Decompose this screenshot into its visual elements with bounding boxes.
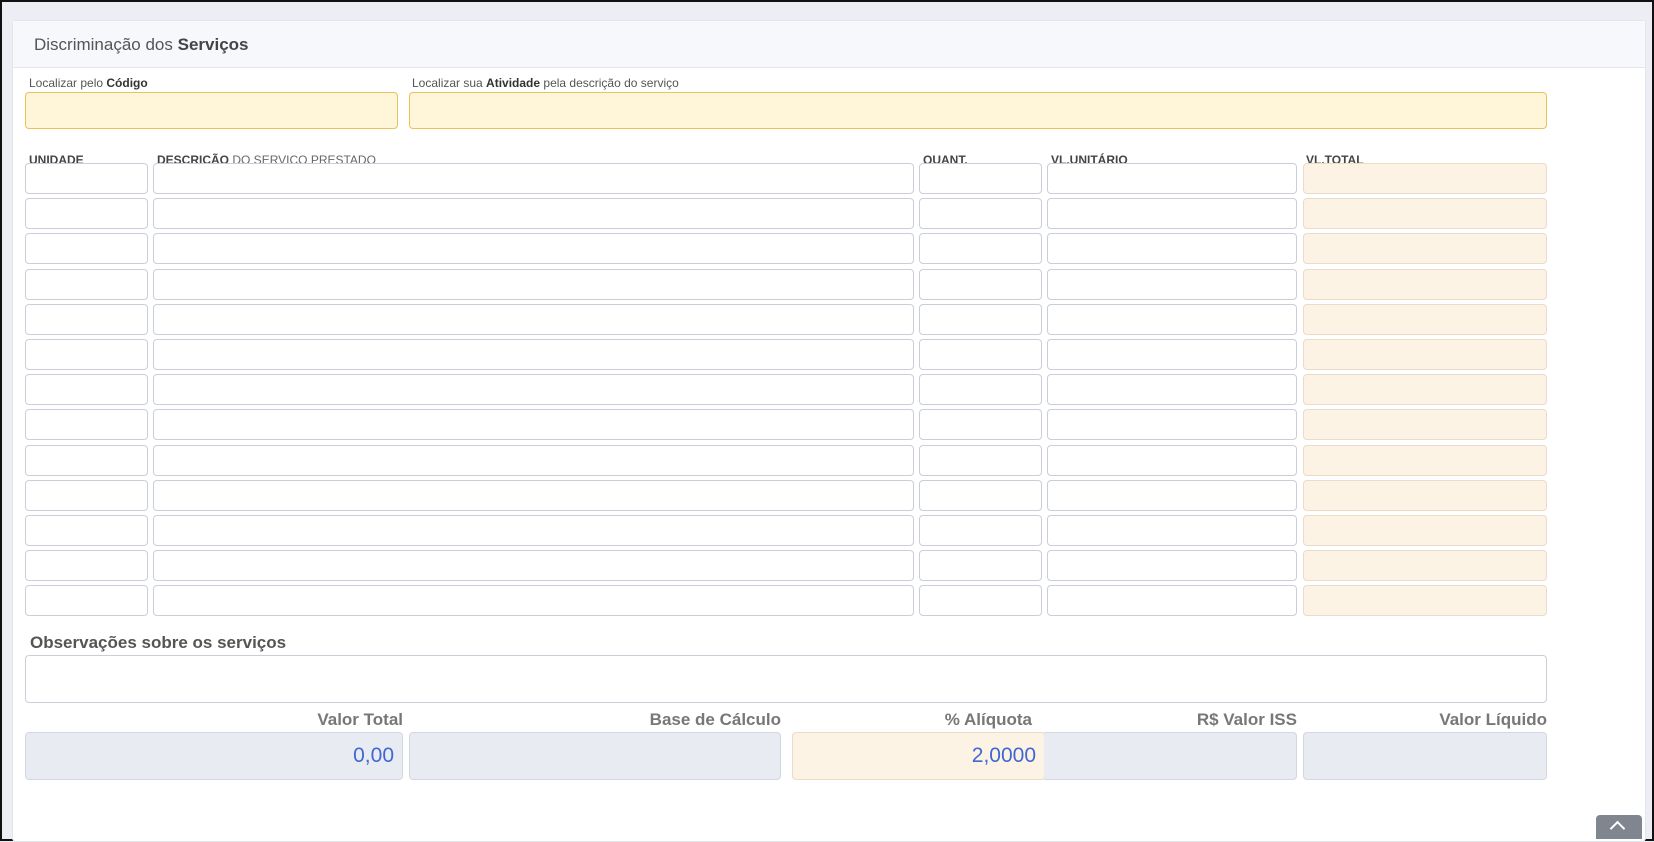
row-10-unidade-input[interactable]: [25, 479, 148, 511]
row-4-unidade-input[interactable]: [25, 268, 148, 300]
valor-iss-label: R$ Valor ISS: [1196, 710, 1297, 729]
row-4-quant-input[interactable]: [919, 268, 1042, 300]
title-prefix: Discriminação dos: [34, 35, 178, 54]
row-9-vl-unitario-input[interactable]: [1047, 444, 1297, 476]
row-8-vl-unitario-input[interactable]: [1047, 409, 1297, 441]
code-search-label: Localizar pelo Código: [29, 76, 148, 90]
activity-search-input[interactable]: [409, 92, 1547, 129]
page-title: Discriminação dos Serviços: [34, 35, 249, 55]
row-8-vl-total-input: [1303, 409, 1547, 441]
app-frame: Discriminação dos Serviços Localizar pel…: [0, 0, 1654, 842]
aliquota-field[interactable]: 2,0000: [792, 732, 1045, 780]
row-11-quant-input[interactable]: [919, 515, 1042, 546]
row-13-vl-unitario-input[interactable]: [1047, 585, 1297, 617]
row-10-quant-input[interactable]: [919, 479, 1042, 511]
row-5-vl-total-input: [1303, 303, 1547, 335]
row-9-unidade-input[interactable]: [25, 444, 148, 476]
code-label-prefix: Localizar pelo: [29, 76, 107, 90]
row-13-vl-total-input: [1303, 585, 1547, 617]
row-3-quant-input[interactable]: [919, 233, 1042, 265]
observacoes-title: Observações sobre os serviços: [30, 633, 287, 652]
row-5-descricao-input[interactable]: [153, 303, 914, 335]
row-3-unidade-input[interactable]: [25, 233, 148, 265]
row-9-quant-input[interactable]: [919, 444, 1042, 476]
code-search-input[interactable]: [25, 92, 398, 129]
row-1-vl-total-input: [1303, 163, 1547, 194]
activity-label-suffix: pela descrição do serviço: [540, 76, 679, 90]
row-3-descricao-input[interactable]: [153, 233, 914, 265]
row-1-unidade-input[interactable]: [25, 163, 148, 194]
base-calculo-field: [409, 732, 781, 780]
row-6-vl-unitario-input[interactable]: [1047, 339, 1297, 370]
row-9-descricao-input[interactable]: [153, 444, 914, 476]
row-8-quant-input[interactable]: [919, 409, 1042, 441]
title-bold: Serviços: [177, 35, 249, 54]
servicos-card: Discriminação dos Serviços Localizar pel…: [12, 20, 1646, 842]
row-13-unidade-input[interactable]: [25, 585, 148, 617]
row-12-vl-total-input: [1303, 550, 1547, 582]
row-3-vl-total-input: [1303, 233, 1547, 265]
row-4-vl-unitario-input[interactable]: [1047, 268, 1297, 300]
row-2-vl-total-input: [1303, 198, 1547, 230]
row-12-vl-unitario-input[interactable]: [1047, 550, 1297, 582]
valor-total-label: Valor Total: [317, 710, 403, 729]
row-7-quant-input[interactable]: [919, 374, 1042, 406]
aliquota-label: % Alíquota: [944, 710, 1032, 729]
row-1-quant-input[interactable]: [919, 163, 1042, 194]
activity-label-bold: Atividade: [486, 76, 541, 90]
row-9-vl-total-input: [1303, 444, 1547, 476]
row-10-vl-total-input: [1303, 479, 1547, 511]
row-12-unidade-input[interactable]: [25, 550, 148, 582]
row-1-vl-unitario-input[interactable]: [1047, 163, 1297, 194]
row-3-vl-unitario-input[interactable]: [1047, 233, 1297, 265]
valor-iss-field: [1044, 732, 1297, 780]
row-5-unidade-input[interactable]: [25, 303, 148, 335]
row-4-vl-total-input: [1303, 268, 1547, 300]
observacoes-input[interactable]: [25, 655, 1547, 703]
row-7-unidade-input[interactable]: [25, 374, 148, 406]
row-11-vl-unitario-input[interactable]: [1047, 515, 1297, 546]
row-11-vl-total-input: [1303, 515, 1547, 546]
row-6-descricao-input[interactable]: [153, 339, 914, 370]
row-13-descricao-input[interactable]: [153, 585, 914, 617]
valor-liquido-label: Valor Líquido: [1439, 710, 1547, 729]
row-11-descricao-input[interactable]: [153, 515, 914, 546]
row-12-descricao-input[interactable]: [153, 550, 914, 582]
row-7-vl-unitario-input[interactable]: [1047, 374, 1297, 406]
row-10-vl-unitario-input[interactable]: [1047, 479, 1297, 511]
row-1-descricao-input[interactable]: [153, 163, 914, 194]
row-11-unidade-input[interactable]: [25, 515, 148, 546]
scroll-top-button[interactable]: [1596, 815, 1642, 839]
code-label-bold: Código: [106, 76, 148, 90]
row-12-quant-input[interactable]: [919, 550, 1042, 582]
row-2-quant-input[interactable]: [919, 198, 1042, 230]
valor-liquido-field: [1303, 732, 1547, 780]
row-6-vl-total-input: [1303, 339, 1547, 370]
row-5-vl-unitario-input[interactable]: [1047, 303, 1297, 335]
base-calculo-label: Base de Cálculo: [649, 710, 781, 729]
row-4-descricao-input[interactable]: [153, 268, 914, 300]
row-8-descricao-input[interactable]: [153, 409, 914, 441]
row-8-unidade-input[interactable]: [25, 409, 148, 441]
row-10-descricao-input[interactable]: [153, 479, 914, 511]
row-6-unidade-input[interactable]: [25, 339, 148, 370]
row-7-descricao-input[interactable]: [153, 374, 914, 406]
row-2-vl-unitario-input[interactable]: [1047, 198, 1297, 230]
card-header: Discriminação dos Serviços: [13, 21, 1645, 68]
row-6-quant-input[interactable]: [919, 339, 1042, 370]
activity-label-prefix: Localizar sua: [412, 76, 487, 90]
row-2-descricao-input[interactable]: [153, 198, 914, 230]
row-5-quant-input[interactable]: [919, 303, 1042, 335]
chevron-up-icon: [1609, 820, 1626, 837]
row-2-unidade-input[interactable]: [25, 198, 148, 230]
row-7-vl-total-input: [1303, 374, 1547, 406]
row-13-quant-input[interactable]: [919, 585, 1042, 617]
valor-total-field: 0,00: [25, 732, 403, 780]
activity-search-label: Localizar sua Atividade pela descrição d…: [412, 76, 679, 90]
